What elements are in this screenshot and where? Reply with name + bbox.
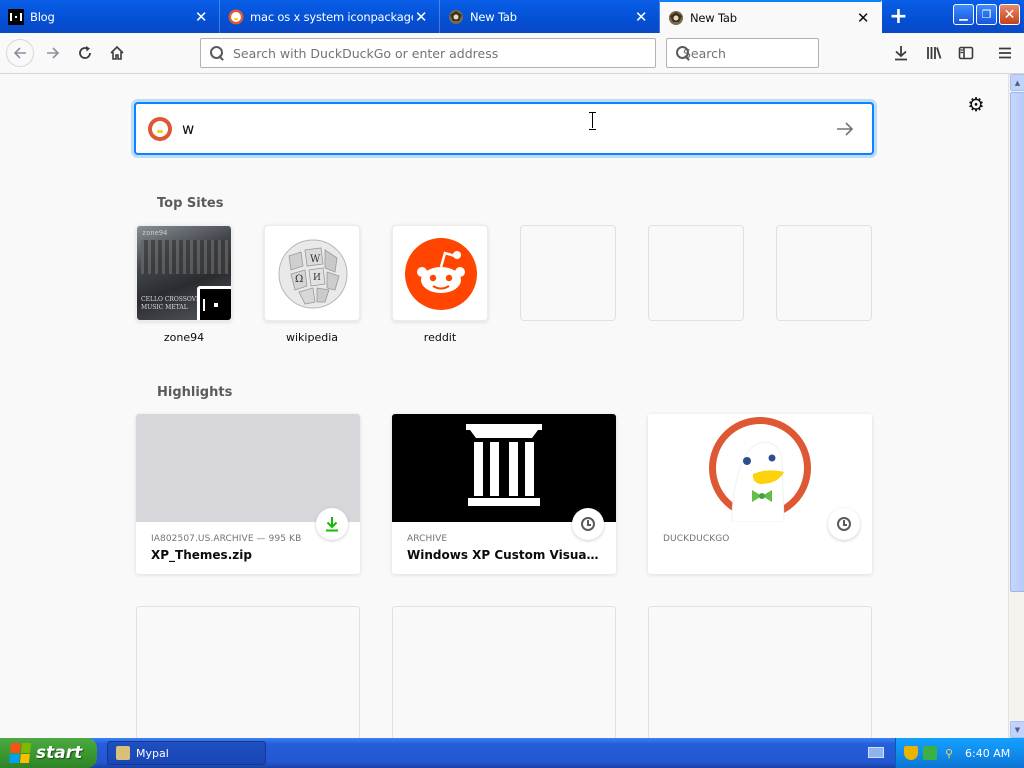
search-input[interactable]	[683, 45, 839, 61]
close-tab-icon[interactable]: ✕	[633, 8, 649, 26]
windows-flag-icon	[8, 743, 32, 763]
close-tab-icon[interactable]: ✕	[193, 8, 209, 26]
keyboard-icon[interactable]	[868, 747, 884, 758]
text-cursor-icon	[589, 112, 597, 130]
new-tab-plus-icon[interactable]: +	[882, 0, 915, 33]
start-label: start	[36, 743, 83, 763]
svg-text:И: И	[313, 273, 321, 283]
top-site-empty-slot	[776, 225, 872, 321]
start-button[interactable]: start	[0, 738, 97, 768]
highlight-thumbnail	[136, 414, 360, 522]
highlight-title: Windows XP Custom Visual Style...	[407, 548, 601, 562]
scroll-down-arrow-icon[interactable]: ▼	[1010, 721, 1024, 738]
window-close-icon[interactable]: ✕	[999, 4, 1020, 25]
top-site-empty-slot	[520, 225, 616, 321]
download-icon	[316, 508, 348, 540]
highlight-card-duckduckgo[interactable]: DUCKDUCKGO	[648, 414, 872, 574]
search-tray-icon[interactable]: ⚲	[942, 746, 956, 760]
internet-archive-logo-icon	[466, 424, 542, 506]
highlight-title: XP_Themes.zip	[151, 548, 252, 562]
highlight-thumbnail	[392, 414, 616, 522]
search-icon	[209, 45, 225, 61]
reload-icon[interactable]	[71, 39, 99, 67]
close-tab-icon[interactable]: ✕	[413, 8, 429, 26]
close-tab-icon[interactable]: ✕	[855, 9, 871, 27]
new-tab-page: ⚙ Top Sites zone94 CELLO CROSSOVER MUSIC…	[0, 74, 1008, 746]
home-icon[interactable]	[103, 39, 131, 67]
duckduckgo-logo-icon	[709, 417, 811, 523]
tab-title: New Tab	[470, 9, 517, 24]
duckduckgo-icon	[148, 116, 172, 141]
top-site-zone94[interactable]: zone94 CELLO CROSSOVER MUSIC METAL	[136, 225, 232, 321]
navigation-toolbar	[0, 33, 1024, 74]
wikipedia-globe-icon: W Ω И	[278, 239, 348, 309]
top-site-reddit[interactable]	[392, 225, 488, 321]
tab-strip: Blog ✕ mac os x system iconpackager at ✕…	[0, 0, 1024, 33]
system-tray: ⚲ 6:40 AM	[895, 738, 1024, 768]
tab-title: New Tab	[690, 10, 737, 25]
firefox-favicon-icon	[448, 9, 464, 25]
top-site-label: reddit	[423, 331, 457, 344]
highlight-card-xp-themes[interactable]: IA802507.US.ARCHIVE — 995 KB XP_Themes.z…	[136, 414, 360, 574]
search-bar[interactable]	[666, 38, 839, 68]
reddit-logo-icon	[405, 238, 477, 310]
firefox-favicon-icon	[668, 10, 684, 26]
vertical-scrollbar[interactable]: ▲ ▼	[1008, 74, 1024, 738]
clock-icon	[572, 508, 604, 540]
tab-new-tab-active[interactable]: New Tab ✕	[660, 0, 882, 33]
tab-new-tab-1[interactable]: New Tab ✕	[440, 0, 660, 33]
library-icon[interactable]	[920, 39, 948, 67]
scrollbar-thumb[interactable]	[1010, 92, 1024, 592]
tab-iconpackager[interactable]: mac os x system iconpackager at ✕	[220, 0, 440, 33]
forward-arrow-icon[interactable]	[39, 39, 67, 67]
downloads-icon[interactable]	[887, 39, 915, 67]
search-go-arrow-icon[interactable]	[830, 114, 860, 144]
windows-taskbar: start Mypal ⚲ 6:40 AM	[0, 738, 1024, 768]
newtab-search-input[interactable]	[182, 119, 830, 138]
highlights-heading: Highlights	[157, 385, 233, 400]
zone94-favicon-icon	[197, 286, 231, 320]
highlight-source: DUCKDUCKGO	[663, 534, 730, 544]
newtab-search-box[interactable]	[135, 103, 873, 154]
gear-icon[interactable]: ⚙	[966, 94, 986, 116]
menu-hamburger-icon[interactable]	[991, 39, 1019, 67]
back-arrow-icon[interactable]	[6, 39, 34, 67]
url-bar[interactable]	[200, 38, 656, 68]
highlight-source: ARCHIVE	[407, 534, 448, 544]
restore-icon[interactable]: ❐	[976, 4, 997, 25]
top-site-wikipedia[interactable]: W Ω И	[264, 225, 360, 321]
sidebar-toggle-icon[interactable]	[952, 39, 980, 67]
clock-icon	[828, 508, 860, 540]
highlight-empty-slot	[136, 606, 360, 746]
mypal-app-icon	[116, 746, 130, 760]
clock-time: 6:40 AM	[965, 746, 1011, 760]
tab-blog[interactable]: Blog ✕	[0, 0, 220, 33]
top-sites-heading: Top Sites	[157, 196, 224, 211]
svg-text:Ω: Ω	[295, 274, 303, 285]
window-controls: ▁ ❐ ✕	[953, 4, 1020, 25]
duckduckgo-favicon-icon	[228, 9, 244, 25]
address-input[interactable]	[233, 45, 655, 61]
minimize-icon[interactable]: ▁	[953, 4, 974, 25]
zone94-thumb-logo: zone94	[142, 229, 168, 237]
svg-text:W: W	[310, 254, 321, 265]
top-site-empty-slot	[648, 225, 744, 321]
highlight-empty-slot	[392, 606, 616, 746]
tab-title: mac os x system iconpackager at	[250, 9, 413, 24]
tab-title: Blog	[30, 9, 55, 24]
highlight-empty-slot	[648, 606, 872, 746]
zone94-favicon-icon	[8, 8, 24, 25]
top-site-label: wikipedia	[285, 331, 338, 344]
highlight-source: IA802507.US.ARCHIVE — 995 KB	[151, 534, 302, 544]
highlight-card-archive[interactable]: ARCHIVE Windows XP Custom Visual Style..…	[392, 414, 616, 574]
scroll-up-arrow-icon[interactable]: ▲	[1010, 74, 1024, 91]
security-shield-icon[interactable]	[904, 746, 918, 760]
top-site-label: zone94	[163, 331, 205, 344]
taskbar-item-label: Mypal	[136, 746, 169, 760]
highlight-thumbnail	[648, 414, 872, 523]
taskbar-item-mypal[interactable]: Mypal	[107, 741, 266, 765]
network-icon[interactable]	[923, 746, 937, 760]
